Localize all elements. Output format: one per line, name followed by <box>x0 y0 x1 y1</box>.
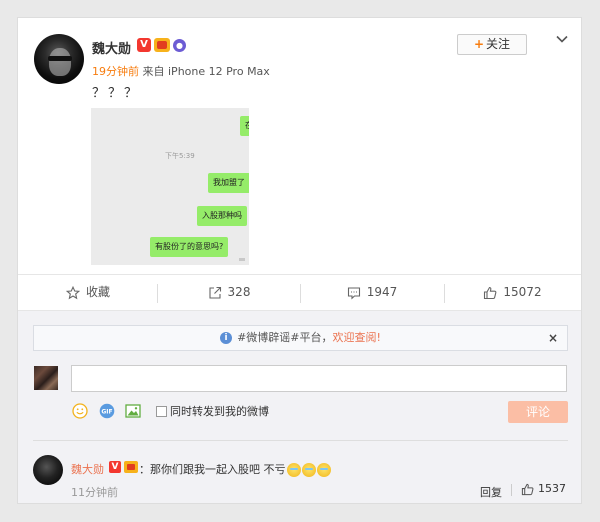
thumbs-up-icon <box>484 286 497 299</box>
follow-label: 关注 <box>486 37 511 51</box>
chat-bubble: 入股那种吗 <box>197 206 247 226</box>
avatar-face <box>49 48 71 76</box>
verified-badge-icon: V <box>137 38 151 52</box>
comment-button[interactable]: 1947 <box>300 275 444 310</box>
comment-icon <box>347 286 360 300</box>
vip-badge-icon <box>154 38 170 52</box>
author-avatar[interactable] <box>34 34 84 84</box>
share-icon <box>208 286 221 299</box>
action-bar: 收藏 328 1947 15072 <box>18 274 581 311</box>
comment-input[interactable] <box>71 365 567 392</box>
comment-author-name[interactable]: 魏大勋 <box>71 461 104 477</box>
collect-label: 收藏 <box>85 285 110 299</box>
plus-icon: + <box>473 37 485 51</box>
vip-badge-icon <box>124 461 138 473</box>
comment-like-count: 1537 <box>538 482 566 495</box>
submit-comment-button[interactable]: 评论 <box>508 401 568 423</box>
chat-bubble: 在 <box>240 116 249 136</box>
follow-button[interactable]: + 关注 <box>457 34 527 55</box>
like-button[interactable]: 15072 <box>444 275 581 310</box>
laugh-cry-emoji-icon <box>286 463 301 477</box>
chat-bubble: 有股份了的意思吗? <box>150 237 229 257</box>
close-icon[interactable]: × <box>548 326 558 350</box>
comment-like-button[interactable]: 1537 <box>521 482 566 496</box>
comment-time: 11分钟前 <box>71 486 118 499</box>
comment-count: 1947 <box>366 285 398 299</box>
comment-body: ：那你们跟我一起入股吧 不亏 <box>139 463 286 476</box>
image-scroll-marker <box>239 258 245 261</box>
avatar-glasses <box>48 56 72 61</box>
also-forward-checkbox[interactable] <box>156 406 167 417</box>
post-time[interactable]: 19分钟前 <box>92 65 139 78</box>
forward-count: 328 <box>227 285 251 299</box>
current-user-avatar <box>34 366 58 390</box>
chat-timestamp: 下午5:39 <box>165 152 195 160</box>
source-prefix: 来自 <box>142 65 165 78</box>
also-forward-label: 同时转发到我的微博 <box>170 405 269 418</box>
post-image[interactable]: 在 下午5:39 我加盟了 入股那种吗 有股份了的意思吗? <box>91 108 249 265</box>
comment-action-divider <box>511 484 512 496</box>
laugh-cry-emoji-icon <box>316 463 331 477</box>
star-icon <box>65 285 80 299</box>
reply-button[interactable]: 回复 <box>480 484 502 500</box>
post-meta: 19分钟前 来自 iPhone 12 Pro Max <box>92 63 270 79</box>
source-device: iPhone 12 Pro Max <box>168 65 270 78</box>
post-text: ？？？ <box>92 86 141 101</box>
comment-text: ：那你们跟我一起入股吧 不亏 <box>139 461 331 477</box>
notice-text: #微博辟谣#平台， <box>237 331 333 344</box>
collect-button[interactable]: 收藏 <box>18 275 158 310</box>
forward-button[interactable]: 328 <box>158 275 300 310</box>
comment-divider <box>33 440 568 441</box>
chevron-down-icon[interactable] <box>555 32 569 46</box>
verified-badge-icon: V <box>109 461 121 473</box>
svg-text:GIF: GIF <box>101 409 112 416</box>
notice-link[interactable]: 欢迎查阅! <box>333 331 381 344</box>
comment-section: i #微博辟谣#平台，欢迎查阅! × GIF 同时转发到我的微博 评论 魏大勋 V <box>18 311 581 503</box>
rumor-notice-banner: i #微博辟谣#平台，欢迎查阅! × <box>33 325 568 351</box>
weibo-post-card: 魏大勋 V ● + 关注 19分钟前 来自 iPhone 12 Pro Max ？… <box>17 17 582 504</box>
laugh-cry-emoji-icon <box>301 463 316 477</box>
like-count: 15072 <box>503 285 542 299</box>
author-name[interactable]: 魏大勋 <box>92 38 131 57</box>
smiley-icon[interactable] <box>72 403 88 419</box>
member-level-icon: ● <box>173 39 186 52</box>
chat-bubble: 我加盟了 <box>208 173 249 193</box>
info-icon: i <box>220 332 233 344</box>
thumbs-up-icon <box>521 483 534 495</box>
gif-icon[interactable]: GIF <box>99 403 115 419</box>
image-icon[interactable] <box>125 403 141 419</box>
comment-author-avatar[interactable] <box>33 455 63 485</box>
